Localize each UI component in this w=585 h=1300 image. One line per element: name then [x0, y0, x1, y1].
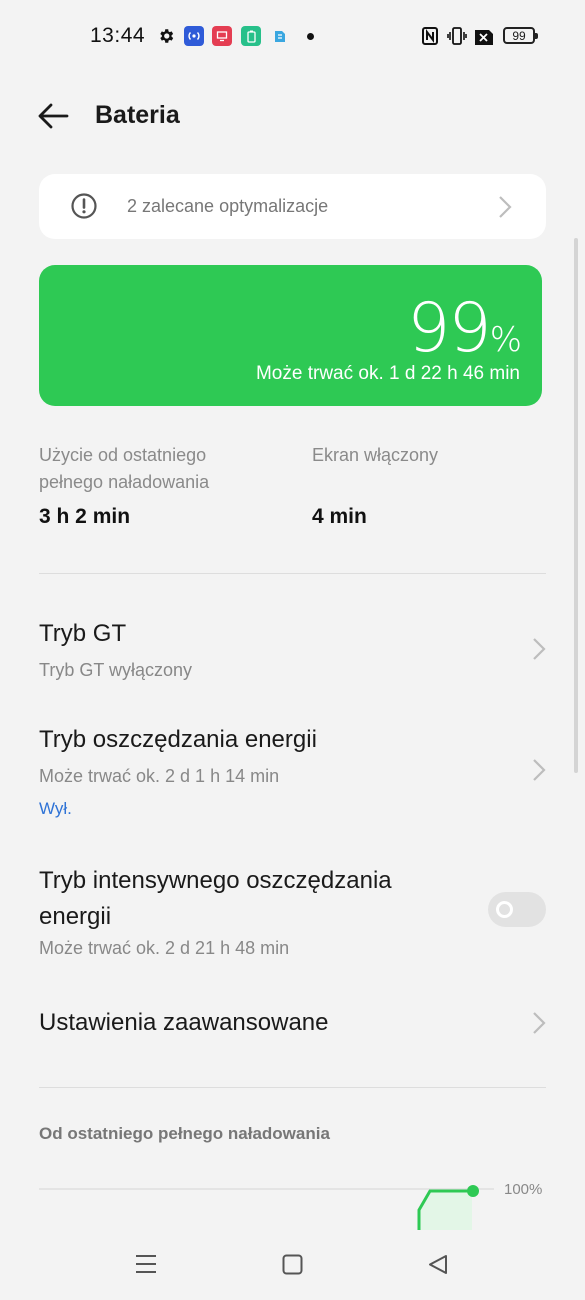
menu-icon[interactable]	[135, 1254, 157, 1274]
back-arrow-icon[interactable]	[36, 100, 70, 132]
back-triangle-icon[interactable]	[427, 1254, 449, 1275]
battery-remaining-time: Może trwać ok. 1 d 22 h 46 min	[255, 363, 520, 384]
usage-label-line-2: pełnego naładowania	[39, 472, 210, 492]
gt-mode-title: Tryb GT	[39, 620, 127, 647]
battery-percent-unit: %	[489, 320, 522, 360]
advanced-settings-title: Ustawienia zaawansowane	[39, 1009, 329, 1036]
status-time: 13:44	[90, 24, 146, 47]
chart-max-label: 100%	[504, 1181, 543, 1198]
no-sim-icon	[475, 30, 493, 45]
usage-label: Użycie od ostatniego pełnego naładowania	[39, 442, 209, 496]
power-saving-state: Wył.	[39, 799, 72, 818]
divider	[39, 1087, 546, 1088]
optimization-card[interactable]: 2 zalecane optymalizacje	[39, 174, 546, 239]
advanced-settings-row[interactable]: Ustawienia zaawansowane	[0, 995, 585, 1055]
power-saving-subtitle: Może trwać ok. 2 d 1 h 14 min	[39, 766, 280, 786]
chevron-right-icon	[499, 196, 512, 218]
screen-on-label: Ekran włączony	[312, 445, 439, 465]
gear-icon	[160, 29, 174, 43]
files-app-icon	[270, 26, 290, 46]
intense-power-saving-title: Tryb intensywnego oszczędzania energii	[39, 863, 392, 935]
home-square-icon[interactable]	[282, 1254, 303, 1275]
gt-mode-subtitle: Tryb GT wyłączony	[39, 660, 193, 680]
toggle-knob	[496, 901, 513, 918]
intense-power-saving-subtitle: Może trwać ok. 2 d 21 h 48 min	[39, 938, 290, 958]
battery-percent: 99%	[407, 289, 522, 368]
more-notifications-dot	[307, 33, 314, 40]
warning-icon	[71, 193, 97, 219]
battery-history-chart	[39, 1185, 494, 1230]
status-bar: 13:44 99	[0, 0, 585, 75]
cast-app-icon	[212, 26, 232, 46]
navigation-bar	[0, 1230, 585, 1300]
battery-percent-value: 99	[407, 289, 492, 368]
power-saving-row[interactable]: Tryb oszczędzania energii Może trwać ok.…	[0, 715, 585, 825]
chart-current-point	[467, 1185, 479, 1197]
broadcast-app-icon	[184, 26, 204, 46]
chevron-right-icon	[533, 759, 546, 781]
optimization-text: 2 zalecane optymalizacje	[127, 196, 329, 216]
battery-status: 99	[503, 27, 538, 44]
intense-title-line-1: Tryb intensywnego oszczędzania	[39, 867, 392, 894]
screen-on-value: 4 min	[312, 505, 367, 528]
usage-value: 3 h 2 min	[39, 505, 131, 528]
divider	[39, 573, 546, 574]
page-title: Bateria	[95, 101, 180, 129]
gt-mode-row[interactable]: Tryb GT Tryb GT wyłączony	[0, 600, 585, 695]
intense-power-saving-toggle[interactable]	[488, 892, 546, 927]
vibrate-icon	[447, 27, 467, 45]
history-section-title: Od ostatniego pełnego naładowania	[39, 1124, 330, 1143]
battery-app-icon	[241, 26, 261, 46]
intense-title-line-2: energii	[39, 903, 112, 930]
battery-level-card: 99% Może trwać ok. 1 d 22 h 46 min	[39, 265, 542, 406]
power-saving-title: Tryb oszczędzania energii	[39, 726, 317, 753]
usage-label-line-1: Użycie od ostatniego	[39, 445, 207, 465]
chevron-right-icon	[533, 638, 546, 660]
nfc-icon	[422, 27, 438, 45]
chevron-right-icon	[533, 1012, 546, 1034]
